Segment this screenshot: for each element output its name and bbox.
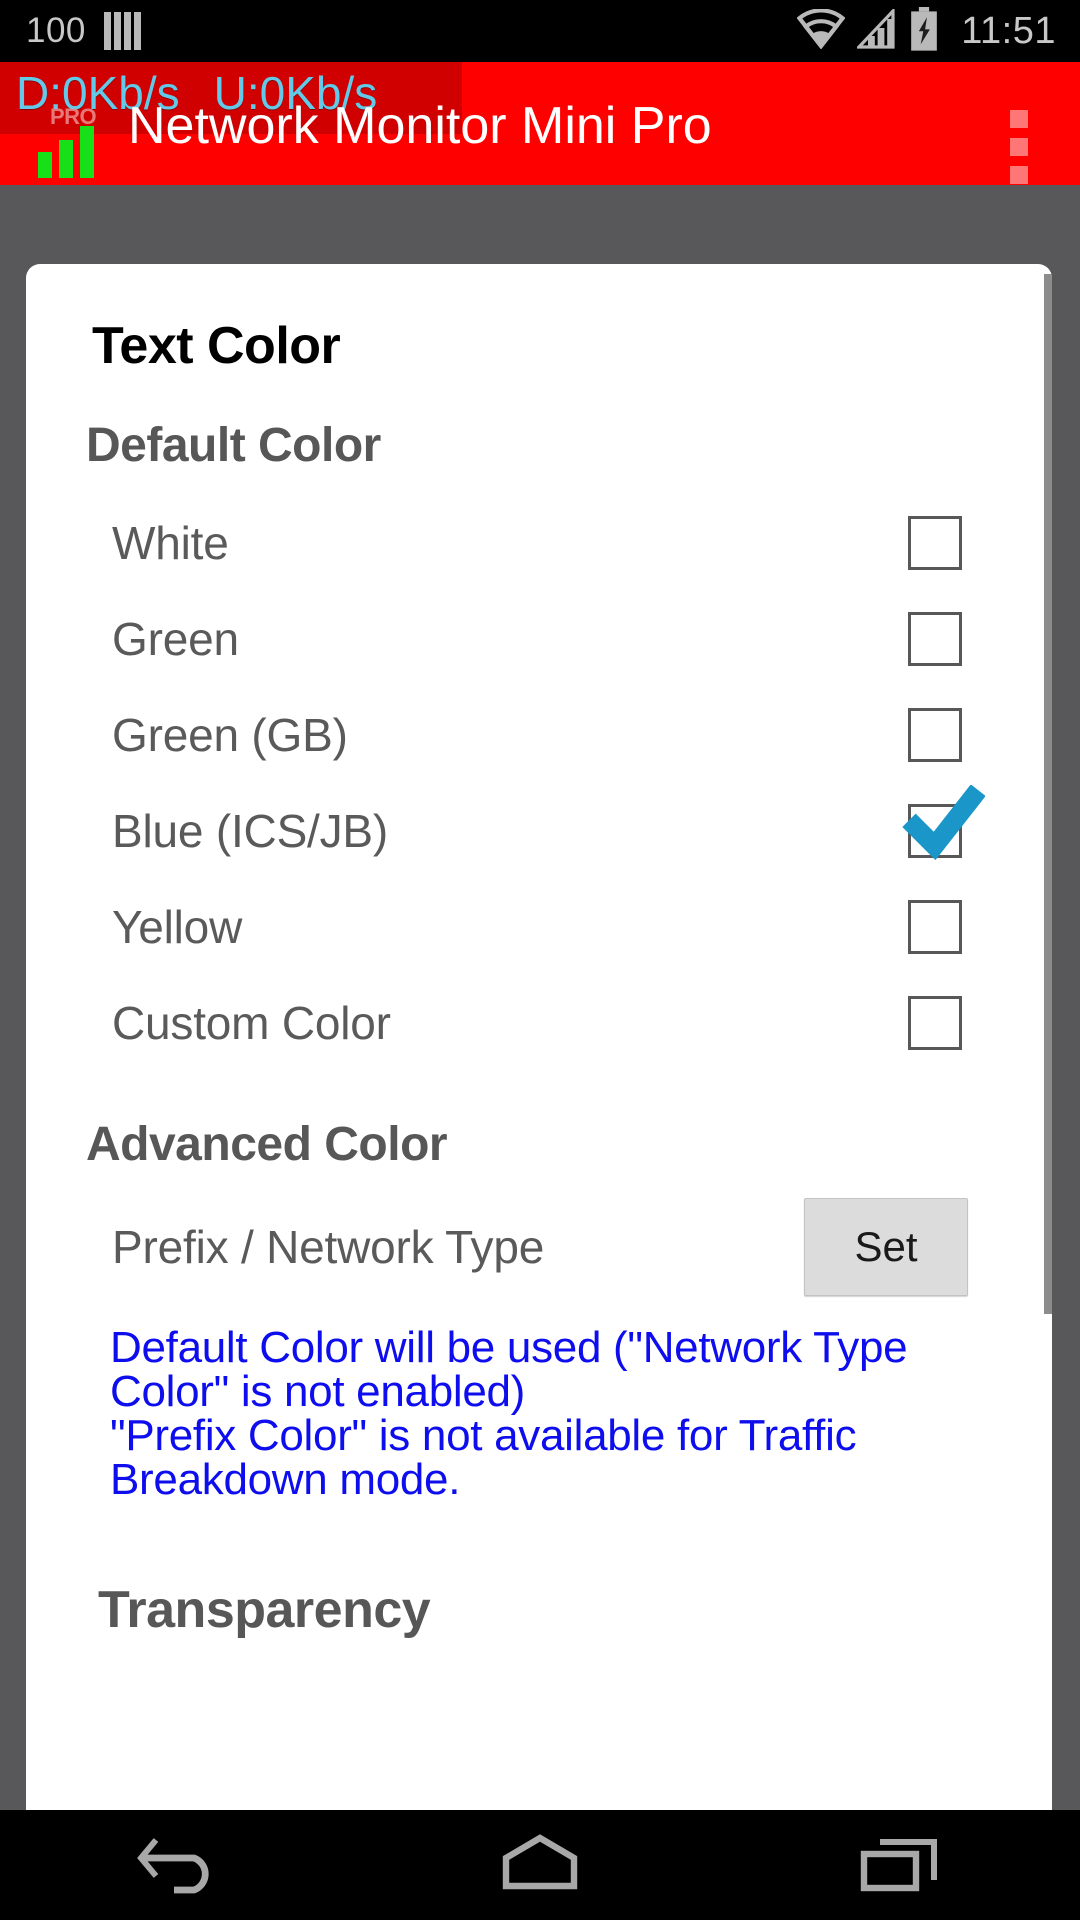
checkbox-custom-color[interactable]: [908, 996, 962, 1050]
settings-card-content: Text Color Default Color White Green Gre…: [26, 264, 1052, 1640]
option-row-green[interactable]: Green: [26, 591, 1052, 687]
overflow-menu-icon[interactable]: [1010, 110, 1028, 184]
back-button[interactable]: [80, 1810, 280, 1920]
settings-card: Text Color Default Color White Green Gre…: [26, 264, 1052, 1810]
wifi-icon: [796, 7, 846, 54]
android-screen: 100 11:51 D:0Kb/s U:0Kb/s PRO Network Mo…: [0, 0, 1080, 1920]
prefix-network-type-label: Prefix / Network Type: [112, 1221, 545, 1273]
app-title: Network Monitor Mini Pro: [128, 97, 712, 155]
vertical-scrollbar[interactable]: [1044, 274, 1052, 1314]
option-row-white[interactable]: White: [26, 495, 1052, 591]
section-heading-transparency: Transparency: [98, 1581, 431, 1639]
battery-charging-icon: [909, 6, 939, 56]
app-icon-pro-badge: PRO: [50, 104, 97, 129]
app-icon: PRO: [38, 104, 106, 178]
option-label: Custom Color: [112, 997, 391, 1049]
battery-percent-text: 100: [26, 11, 86, 50]
option-row-yellow[interactable]: Yellow: [26, 879, 1052, 975]
checkbox-blue-ics-jb[interactable]: [902, 785, 985, 861]
checkbox-yellow[interactable]: [908, 900, 962, 954]
clock-text: 11:51: [961, 9, 1056, 52]
home-button[interactable]: [440, 1810, 640, 1920]
cellular-signal-icon: [855, 6, 897, 54]
set-button[interactable]: Set: [804, 1198, 968, 1296]
option-label: Blue (ICS/JB): [112, 805, 389, 857]
option-row-green-gb[interactable]: Green (GB): [26, 687, 1052, 783]
option-label: Yellow: [112, 901, 243, 953]
navigation-bar: [0, 1810, 1080, 1920]
option-row-custom-color[interactable]: Custom Color: [26, 975, 1052, 1071]
default-color-option-list: White Green Green (GB) Blue (ICS/JB) Yel…: [26, 495, 1052, 1071]
option-row-blue-ics-jb[interactable]: Blue (ICS/JB): [26, 783, 1052, 879]
info-line-1: Default Color will be used ("Network Typ…: [110, 1323, 908, 1416]
recents-icon: [854, 1832, 946, 1899]
checkbox-green-gb[interactable]: [908, 708, 962, 762]
page-title: Text Color: [92, 317, 341, 375]
status-bar-right: 11:51: [796, 6, 1056, 56]
recents-button[interactable]: [800, 1810, 1000, 1920]
info-line-2: "Prefix Color" is not available for Traf…: [110, 1411, 857, 1504]
section-heading-advanced-color: Advanced Color: [86, 1118, 448, 1171]
advanced-color-info-text: Default Color will be used ("Network Typ…: [110, 1326, 986, 1502]
status-bar-left: 100: [26, 11, 141, 51]
option-label: Green: [112, 613, 239, 665]
signal-bars-icon: [103, 12, 141, 50]
home-icon: [494, 1832, 586, 1899]
checkbox-green[interactable]: [908, 612, 962, 666]
action-bar: D:0Kb/s U:0Kb/s PRO Network Monitor Mini …: [0, 62, 1080, 185]
option-label: White: [112, 517, 229, 569]
option-label: Green (GB): [112, 709, 348, 761]
checkbox-white[interactable]: [908, 516, 962, 570]
status-bar: 100 11:51: [0, 0, 1080, 62]
back-icon: [134, 1832, 226, 1899]
advanced-color-row: Prefix / Network Type Set: [26, 1172, 1052, 1296]
section-heading-default-color: Default Color: [86, 419, 381, 472]
